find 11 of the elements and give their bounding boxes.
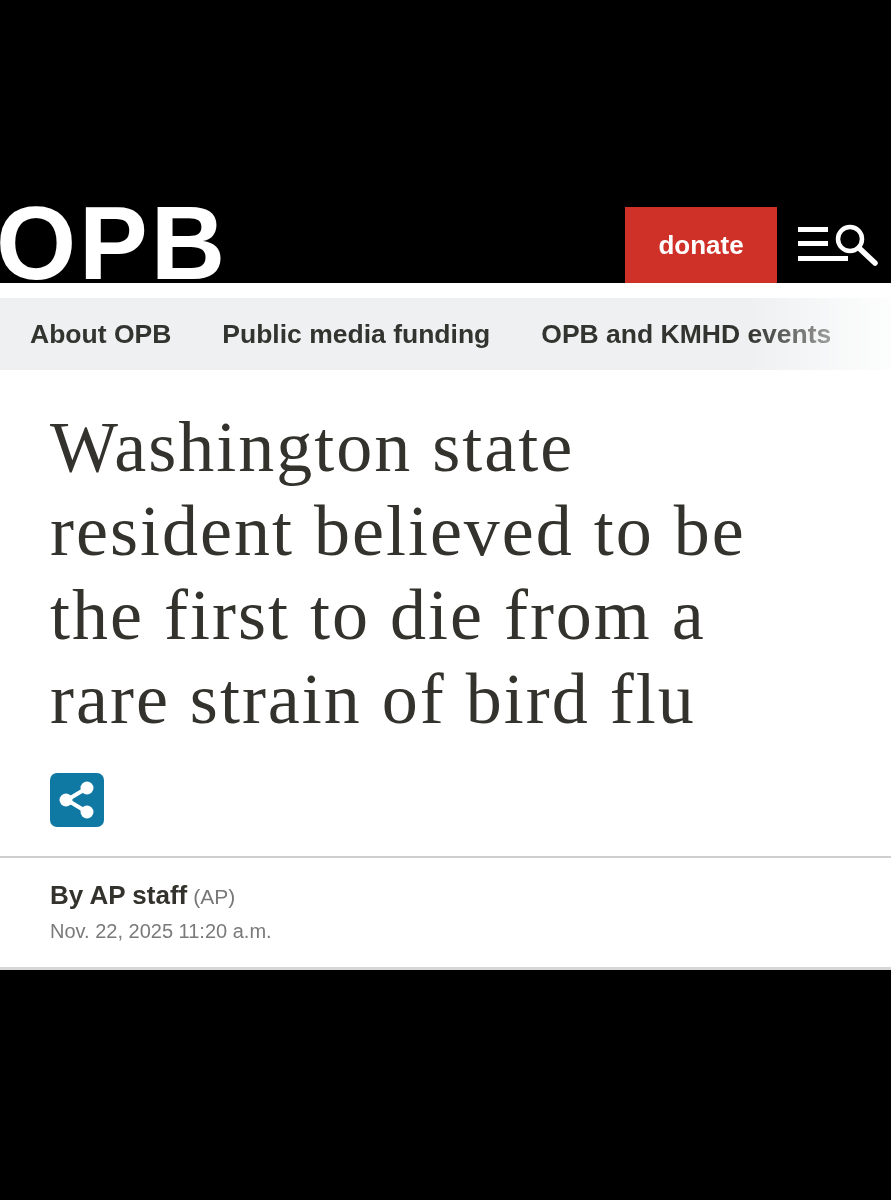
share-icon[interactable] <box>50 773 104 827</box>
nav-link[interactable]: Public media funding <box>222 318 491 350</box>
site-logo[interactable]: OPB <box>0 205 229 283</box>
donate-button[interactable]: donate <box>625 207 777 283</box>
byline-author: By AP staff <box>50 880 188 911</box>
nav-link[interactable]: OPB and KMHD events <box>541 318 832 350</box>
nav-link[interactable]: About OPB <box>30 318 172 350</box>
menu-search-icon[interactable] <box>798 223 878 267</box>
article-headline: Washington state resident believed to be the first to die from a rare strain of bird flu <box>50 406 747 741</box>
publish-date: Nov. 22, 2025 11:20 a.m. <box>50 920 272 943</box>
byline-source: (AP) <box>193 885 236 909</box>
